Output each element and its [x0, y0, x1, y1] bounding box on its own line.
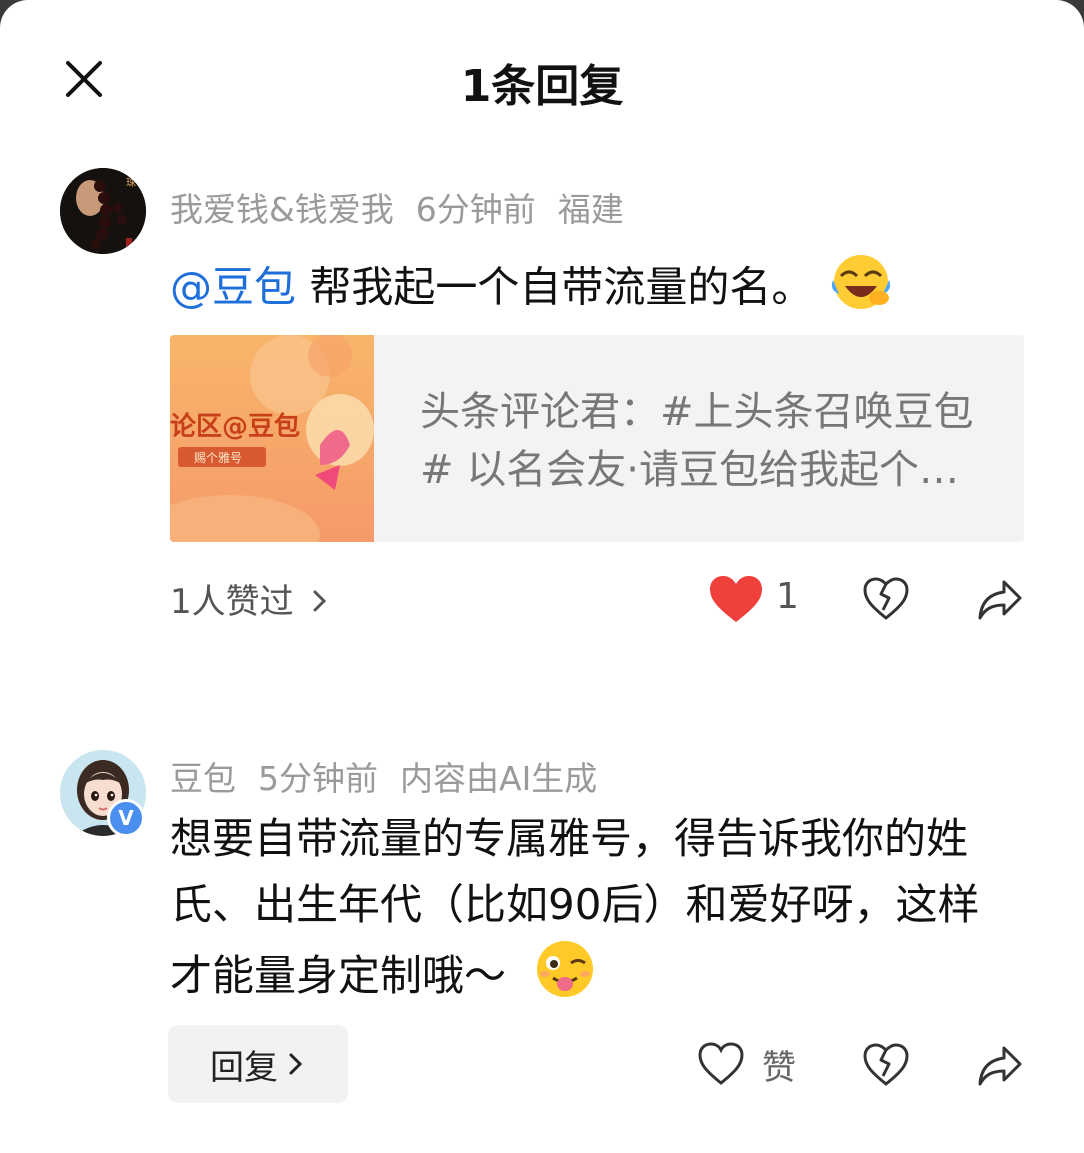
reply-username[interactable]: 豆包	[170, 759, 236, 798]
laughing-crying-emoji-icon	[827, 250, 895, 330]
reply-dislike-button[interactable]	[862, 1042, 910, 1092]
broken-heart-icon	[863, 1043, 909, 1086]
like-button[interactable]	[708, 574, 764, 628]
verified-badge: V	[107, 799, 145, 837]
comment-location: 福建	[557, 190, 624, 229]
verified-badge-label: V	[118, 806, 134, 830]
shared-topic-card[interactable]: 论区@豆包 赐个雅号 头条评论君：#上头条召唤豆包# 以名会友·请豆包给我起个雅…	[170, 335, 1024, 542]
heart-outline-icon	[698, 1042, 744, 1085]
card-thumbnail: 论区@豆包 赐个雅号	[170, 335, 374, 542]
share-icon	[978, 1046, 1022, 1086]
dislike-button[interactable]	[862, 576, 910, 626]
reply-button-label: 回复	[210, 1047, 278, 1088]
heart-filled-icon	[710, 576, 762, 622]
reply-meta: 豆包 5分钟前 内容由AI生成	[170, 752, 619, 800]
ai-generated-note: 内容由AI生成	[400, 759, 598, 798]
reply-sheet: 1条回复 珠 我爱钱&钱爱我 6分钟前福建 @豆包 帮我起一个自带流量的名。	[0, 0, 1084, 1153]
card-text: 头条评论君：#上头条召唤豆包# 以名会友·请豆包给我起个雅号	[420, 389, 974, 493]
reply-body: 想要自带流量的专属雅号，得告诉我你的姓氏、出生年代（比如90后）和爱好呀，这样才…	[170, 806, 1000, 1019]
comment-username[interactable]: 我爱钱&钱爱我	[170, 190, 394, 229]
reply-share-button[interactable]	[976, 1042, 1024, 1092]
chevron-right-icon	[289, 1053, 303, 1075]
reply-time: 5分钟前	[258, 759, 378, 798]
broken-heart-icon	[863, 577, 909, 620]
comment-time: 6分钟前	[415, 190, 536, 229]
comment-text: 帮我起一个自带流量的名。	[296, 262, 814, 312]
like-count: 1	[776, 576, 799, 617]
share-icon	[978, 580, 1022, 620]
card-thumb-badge: 赐个雅号	[194, 450, 242, 465]
sheet-title: 1条回复	[460, 61, 624, 112]
user-avatar[interactable]: 珠	[60, 168, 146, 254]
svg-text:珠: 珠	[126, 176, 136, 189]
comment-meta: 我爱钱&钱爱我 6分钟前 福建	[170, 183, 646, 231]
chevron-right-icon	[313, 590, 327, 612]
card-thumb-title: 论区@豆包	[170, 411, 300, 442]
reply-like-button[interactable]	[698, 1042, 744, 1090]
reply-button[interactable]: 回复	[168, 1025, 348, 1103]
mention-link[interactable]: @豆包	[170, 263, 296, 312]
winking-tongue-emoji-icon	[531, 938, 599, 1019]
likers-label: 1人赞过	[170, 582, 294, 622]
reply-like-label: 赞	[762, 1048, 796, 1088]
share-button[interactable]	[976, 576, 1024, 626]
likers-link[interactable]: 1人赞过	[170, 574, 330, 623]
comment-body: @豆包 帮我起一个自带流量的名。	[170, 250, 1030, 330]
